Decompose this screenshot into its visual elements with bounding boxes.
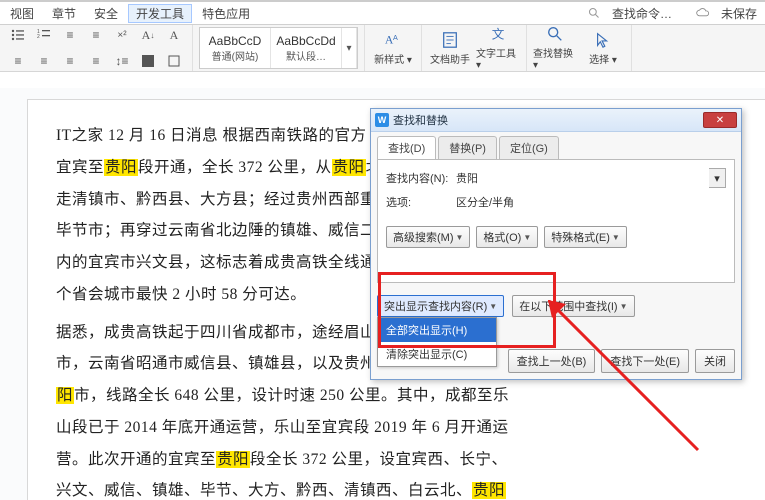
menu-developer[interactable]: 开发工具 (128, 4, 192, 23)
menu-special[interactable]: 特色应用 (194, 5, 258, 22)
dialog-title: 查找和替换 (393, 112, 703, 128)
save-status: 未保存 (696, 5, 765, 22)
find-in-range-button[interactable]: 在以下范围中查找(I)▼ (512, 295, 634, 317)
bullets-icon[interactable] (6, 23, 30, 47)
options-value: 区分全/半角 (456, 194, 726, 210)
ribbon: 12 ≡ ≡ ×² A↓ A ≡ ≡ ≡ ≡ ↕≡ (0, 25, 765, 72)
doc-assist-button[interactable]: 文档助手 (428, 31, 472, 66)
cloud-icon (696, 8, 710, 18)
style-item-normal[interactable]: AaBbCcD 普通(网站) (200, 28, 271, 68)
menu-security[interactable]: 安全 (86, 5, 126, 22)
svg-text:文: 文 (492, 28, 505, 42)
new-style-icon: AA (384, 31, 402, 49)
highlight: 贵阳 (332, 159, 366, 176)
menu-view[interactable]: 视图 (2, 5, 42, 22)
highlight: 贵阳 (104, 159, 138, 176)
tab-goto[interactable]: 定位(G) (499, 136, 559, 159)
font-large-icon[interactable]: A↓ (136, 23, 160, 47)
chevron-down-icon: ▼ (456, 233, 464, 242)
text-tools-button[interactable]: 文 文字工具 ▾ (476, 25, 520, 71)
find-next-button[interactable]: 查找下一处(E) (601, 349, 689, 373)
style-gallery[interactable]: AaBbCcD 普通(网站) AaBbCcDd 默认段… ▾ (199, 27, 358, 69)
style-gallery-expand-icon[interactable]: ▾ (342, 28, 357, 68)
tab-replace[interactable]: 替换(P) (438, 136, 497, 159)
find-replace-icon (546, 25, 564, 43)
search-icon (588, 7, 600, 19)
special-format-button[interactable]: 特殊格式(E)▼ (544, 226, 627, 248)
svg-text:2: 2 (37, 34, 40, 40)
highlight: 贵阳 (216, 451, 250, 468)
options-label: 选项: (386, 194, 450, 210)
menu-section[interactable]: 章节 (44, 5, 84, 22)
find-label: 查找内容(N): (386, 170, 450, 186)
chevron-down-icon: ▼ (620, 302, 628, 311)
find-value: 贵阳 (456, 170, 703, 186)
close-button[interactable]: 关闭 (695, 349, 735, 373)
select-button[interactable]: 选择 ▾ (581, 31, 625, 66)
line-spacing-icon[interactable]: ↕≡ (110, 49, 134, 73)
borders-icon[interactable] (162, 49, 186, 73)
indent-increase-icon[interactable]: ≡ (84, 23, 108, 47)
menu-highlight-all[interactable]: 全部突出显示(H) (378, 318, 496, 342)
find-prev-button[interactable]: 查找上一处(B) (508, 349, 596, 373)
tab-find[interactable]: 查找(D) (377, 136, 436, 159)
highlight-dropdown-menu: 全部突出显示(H) 清除突出显示(C) (377, 317, 497, 367)
font-scale-icon[interactable]: ×² (110, 23, 134, 47)
highlight-find-button[interactable]: 突出显示查找内容(R)▼ (377, 295, 504, 317)
ruler (0, 72, 765, 89)
format-button[interactable]: 格式(O)▼ (476, 226, 538, 248)
shading-icon[interactable] (136, 49, 160, 73)
style-item-default[interactable]: AaBbCcDd 默认段… (271, 28, 342, 68)
command-search-placeholder: 查找命令… (604, 5, 680, 22)
advanced-search-button[interactable]: 高级搜索(M)▼ (386, 226, 470, 248)
indent-decrease-icon[interactable]: ≡ (58, 23, 82, 47)
dialog-tabs: 查找(D) 替换(P) 定位(G) (371, 132, 741, 159)
chevron-down-icon: ▼ (489, 302, 497, 311)
chevron-down-icon: ▼ (523, 233, 531, 242)
find-dropdown-icon[interactable]: ▾ (709, 168, 726, 188)
dialog-app-icon: W (375, 113, 389, 127)
dialog-close-button[interactable]: ✕ (703, 112, 737, 128)
align-center-icon[interactable]: ≡ (32, 49, 56, 73)
dialog-titlebar[interactable]: W 查找和替换 ✕ (371, 109, 741, 132)
find-replace-dialog: W 查找和替换 ✕ 查找(D) 替换(P) 定位(G) 查找内容(N): 贵阳 … (370, 108, 742, 380)
dialog-body: 查找内容(N): 贵阳 ▾ 选项: 区分全/半角 高级搜索(M)▼ 格式(O)▼… (377, 159, 735, 283)
highlight: 阳 (56, 387, 74, 404)
doc-assist-icon (441, 31, 459, 49)
menu-clear-highlight[interactable]: 清除突出显示(C) (378, 342, 496, 366)
align-right-icon[interactable]: ≡ (58, 49, 82, 73)
numbering-icon[interactable]: 12 (32, 23, 56, 47)
text-tools-icon: 文 (489, 25, 507, 43)
align-left-icon[interactable]: ≡ (6, 49, 30, 73)
find-replace-button[interactable]: 查找替换 ▾ (533, 25, 577, 71)
dialog-footer: 突出显示查找内容(R)▼ 全部突出显示(H) 清除突出显示(C) 在以下范围中查… (371, 289, 741, 323)
clear-format-icon[interactable]: A (162, 23, 186, 47)
menubar: 视图 章节 安全 开发工具 特色应用 查找命令… 未保存 (0, 2, 765, 25)
command-search[interactable]: 查找命令… (588, 5, 686, 22)
select-icon (594, 31, 612, 49)
highlight: 贵阳 (472, 482, 506, 499)
align-justify-icon[interactable]: ≡ (84, 49, 108, 73)
new-style-button[interactable]: AA 新样式 ▾ (371, 31, 415, 66)
chevron-down-icon: ▼ (612, 233, 620, 242)
svg-text:A: A (393, 33, 398, 42)
